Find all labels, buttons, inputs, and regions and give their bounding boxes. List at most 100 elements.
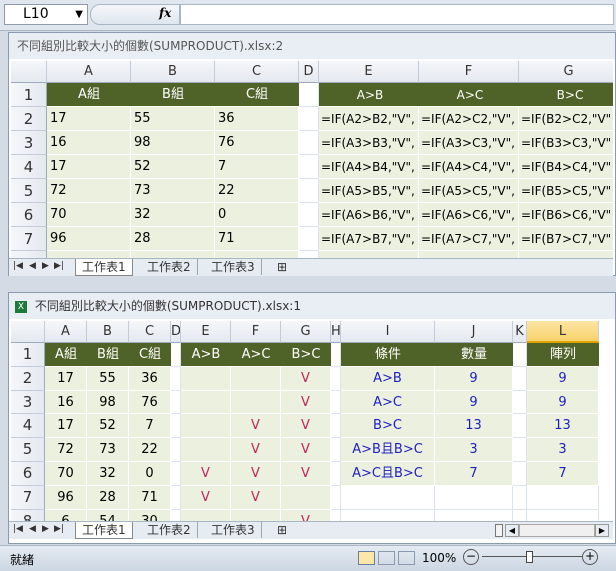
column-header-L[interactable]: L [527,321,599,343]
data-cell[interactable] [341,485,435,510]
data-cell[interactable] [171,414,181,439]
header-cell[interactable]: A>C [231,343,281,367]
chevron-down-icon[interactable]: ▼ [75,5,83,24]
row-header[interactable]: 5 [11,179,47,203]
data-cell[interactable] [513,390,527,415]
row-header[interactable]: 3 [11,131,47,155]
data-cell[interactable]: =IF(B4>C4,"V" [519,155,613,179]
zoom-out-button[interactable]: − [463,549,479,565]
header-cell[interactable]: B>C [281,343,331,367]
data-cell[interactable] [299,131,319,155]
insert-sheet-icon[interactable]: ⊞ [271,259,293,275]
data-cell[interactable]: 17 [47,155,131,179]
data-cell[interactable]: 32 [131,203,215,227]
zoom-in-button[interactable]: + [582,549,598,565]
fx-icon[interactable]: fx [159,6,171,20]
data-cell[interactable]: 72 [47,179,131,203]
row-header[interactable]: 1 [11,343,45,367]
header-cell[interactable]: 數量 [435,343,513,367]
select-all-corner[interactable] [11,61,47,83]
tab-first-icon[interactable]: |◀ [13,524,23,534]
data-cell[interactable]: V [281,438,331,462]
data-cell[interactable]: 9 [435,390,513,415]
data-cell[interactable]: =IF(A6>B6,"V", [319,203,419,227]
data-cell[interactable]: V [281,462,331,486]
data-cell[interactable]: 96 [47,227,131,251]
tab-prev-icon[interactable]: ◀ [29,524,36,534]
data-cell[interactable] [171,438,181,462]
header-cell[interactable] [513,343,527,367]
data-cell[interactable]: 52 [87,414,129,439]
data-cell[interactable]: 28 [87,485,129,510]
row-header[interactable]: 3 [11,390,45,415]
data-cell[interactable] [299,203,319,227]
data-cell[interactable] [299,107,319,131]
row-header[interactable]: 1 [11,83,47,107]
tab-next-icon[interactable]: ▶ [42,524,49,534]
data-cell[interactable]: 13 [527,414,599,439]
column-header-B[interactable]: B [131,61,215,83]
data-cell[interactable]: 0 [215,203,299,227]
data-cell[interactable]: 13 [435,414,513,439]
data-cell[interactable]: 7 [215,155,299,179]
data-cell[interactable]: 72 [45,438,87,462]
data-cell[interactable]: 71 [215,227,299,251]
data-cell[interactable]: =IF(A7>C7,"V", [419,227,519,251]
row-header[interactable]: 7 [11,227,47,251]
header-cell[interactable]: B組 [131,83,215,107]
data-cell[interactable]: V [281,414,331,439]
data-cell[interactable]: =IF(A5>C5,"V", [419,179,519,203]
data-cell[interactable]: 73 [87,438,129,462]
data-cell[interactable]: V [181,462,231,486]
data-cell[interactable] [513,485,527,510]
data-cell[interactable]: 70 [47,203,131,227]
row-header[interactable]: 7 [11,485,45,510]
data-cell[interactable] [171,366,181,391]
data-cell[interactable] [181,509,231,521]
data-cell[interactable]: V [231,414,281,439]
row-header[interactable]: 5 [11,438,45,462]
data-cell[interactable] [513,509,527,521]
data-cell[interactable]: 22 [129,438,171,462]
data-cell[interactable]: 16 [47,131,131,155]
header-cell[interactable]: 條件 [341,343,435,367]
data-cell[interactable]: =IF(A3>C3,"V", [419,131,519,155]
column-header-E[interactable]: E [181,321,231,343]
column-header-G[interactable]: G [281,321,331,343]
data-cell[interactable]: V [231,462,281,486]
column-header-I[interactable]: I [341,321,435,343]
sheet-grid[interactable]: A B C D E F G 1 A組 B組 C組 A>B A>C B>C 2 17 55 36 =IF(A2>B2,… [11,61,613,259]
data-cell[interactable] [281,485,331,510]
data-cell[interactable]: 36 [129,366,171,391]
data-cell[interactable]: V [181,485,231,510]
column-header-J[interactable]: J [435,321,513,343]
data-cell[interactable]: 7 [527,462,599,486]
data-cell[interactable]: 3 [435,438,513,462]
data-cell[interactable]: 3 [527,438,599,462]
data-cell[interactable] [171,509,181,521]
data-cell[interactable]: =IF(A6>C6,"V", [419,203,519,227]
data-cell[interactable]: 98 [87,390,129,415]
header-cell[interactable] [299,83,319,107]
data-cell[interactable]: 7 [129,414,171,439]
data-cell[interactable] [171,462,181,486]
tab-sheet2[interactable]: 工作表2 [141,259,198,275]
data-cell[interactable]: 17 [45,366,87,391]
data-cell[interactable]: =IF(A2>B2,"V", [319,107,419,131]
data-cell[interactable] [513,414,527,439]
data-cell[interactable] [181,414,231,439]
row-header[interactable]: 2 [11,107,47,131]
header-cell[interactable]: B組 [87,343,129,367]
normal-view-icon[interactable] [358,551,375,565]
data-cell[interactable]: 32 [87,462,129,486]
data-cell[interactable] [171,485,181,510]
data-cell[interactable]: 9 [527,390,599,415]
column-header-C[interactable]: C [215,61,299,83]
data-cell[interactable]: A>C且B>C [341,462,435,486]
data-cell[interactable]: V [281,390,331,415]
row-header[interactable]: 8 [11,509,45,521]
tab-prev-icon[interactable]: ◀ [29,261,36,271]
page-break-view-icon[interactable] [398,551,415,565]
formula-input[interactable] [180,4,614,25]
data-cell[interactable]: 9 [435,366,513,391]
